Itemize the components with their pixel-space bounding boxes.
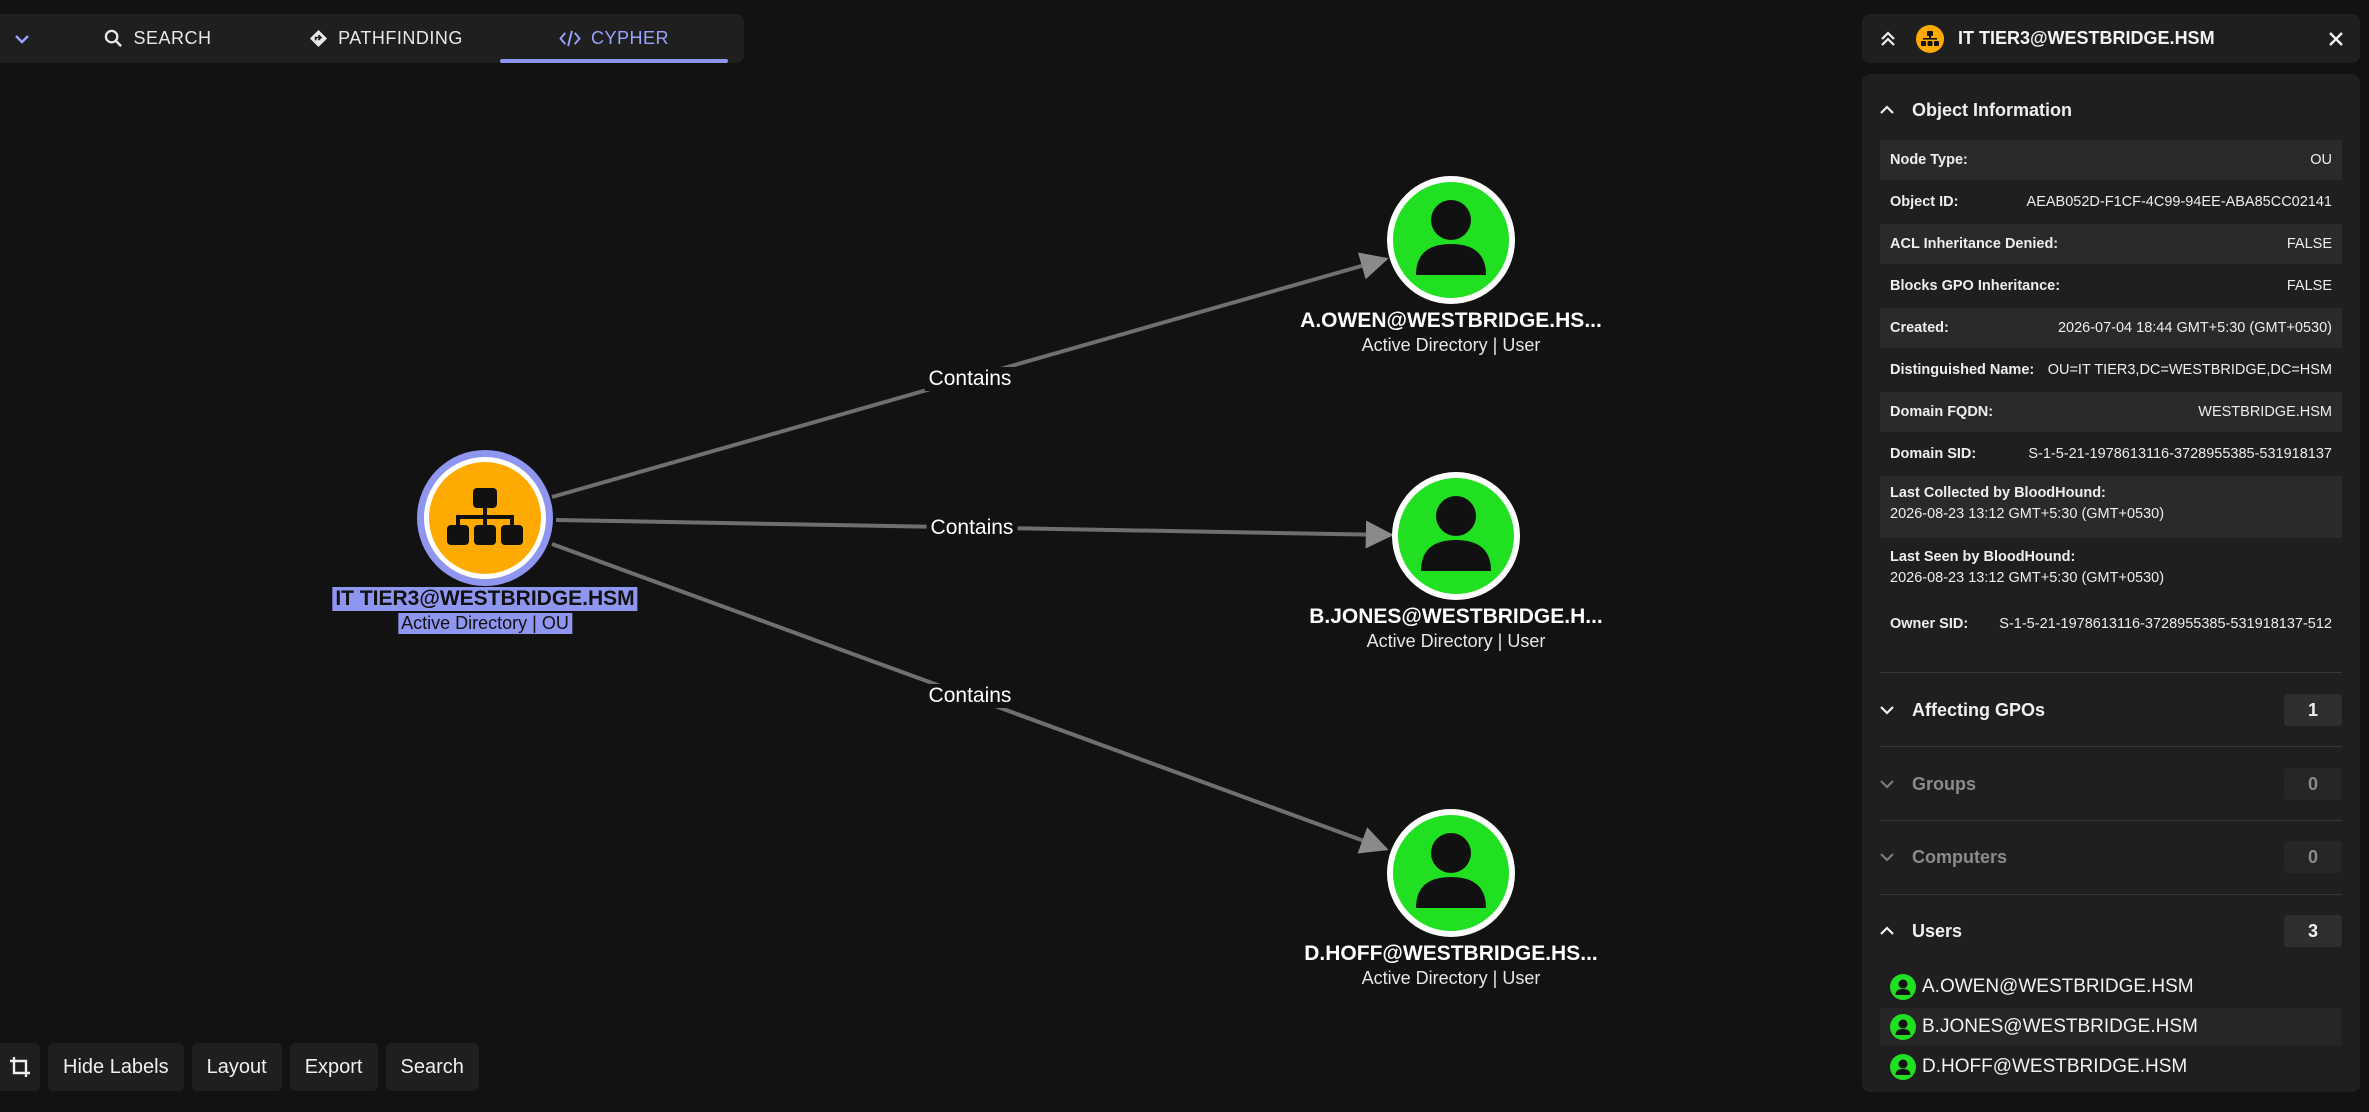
d-hoff-node-subtitle: Active Directory | User [1361, 968, 1541, 988]
prop-value: FALSE [2286, 236, 2332, 252]
groups-count: 0 [2284, 768, 2342, 800]
prop-value: OU=IT TIER3,DC=WESTBRIDGE,DC=HSM [2047, 362, 2332, 378]
user-node-a-owen[interactable] [1387, 176, 1515, 304]
user-list-item[interactable]: A.OWEN@WESTBRIDGE.HSM [1880, 968, 2342, 1006]
user-icon [1890, 974, 1916, 1000]
prop-object-id: Object ID: AEAB052D-F1CF-4C99-94EE-ABA85… [1880, 182, 2342, 222]
prop-key: Last Collected by BloodHound: [1890, 485, 2106, 501]
ou-node-subtitle: Active Directory | OU [398, 613, 572, 634]
prop-key: Distinguished Name: [1890, 362, 2035, 378]
b-jones-node-subtitle: Active Directory | User [1366, 631, 1546, 651]
crop-button[interactable] [0, 1043, 40, 1091]
affecting-gpos-count: 1 [2284, 694, 2342, 726]
prop-last-seen: Last Seen by BloodHound: 2026-08-23 13:1… [1880, 540, 2342, 602]
users-header[interactable]: Users 3 [1862, 911, 2360, 951]
user-list-item[interactable]: D.HOFF@WESTBRIDGE.HSM [1880, 1048, 2342, 1086]
b-jones-node-label[interactable]: B.JONES@WESTBRIDGE.H... Active Directory… [1306, 605, 1606, 652]
user-node-d-hoff[interactable] [1387, 809, 1515, 937]
prop-value: 2026-08-23 13:12 GMT+5:30 (GMT+0530) [1890, 506, 2165, 522]
prop-node-type: Node Type: OU [1880, 140, 2342, 180]
prop-value: FALSE [2286, 278, 2332, 294]
prop-acl-inheritance: ACL Inheritance Denied: FALSE [1880, 224, 2342, 264]
edge-label-b-jones: Contains [926, 516, 1018, 540]
graph-canvas[interactable] [0, 0, 1860, 1030]
edge-label-a-owen: Contains [924, 367, 1016, 391]
panel-title: IT TIER3@WESTBRIDGE.HSM [1958, 28, 2215, 48]
entity-panel-header: IT TIER3@WESTBRIDGE.HSM [1862, 14, 2360, 63]
prop-key: Domain SID: [1890, 446, 1977, 462]
ou-badge-icon [1916, 24, 1944, 53]
entity-panel: Object Information Node Type: OU Object … [1862, 74, 2360, 1092]
d-hoff-node-label[interactable]: D.HOFF@WESTBRIDGE.HS... Active Directory… [1301, 942, 1600, 989]
graph-search-button[interactable]: Search [385, 1043, 479, 1091]
prop-domain-sid: Domain SID: S-1-5-21-1978613116-37289553… [1880, 434, 2342, 474]
computers-label: Computers [1912, 846, 2008, 867]
user-node-b-jones[interactable] [1392, 472, 1520, 600]
user-icon [1890, 1054, 1916, 1080]
user-icon [1890, 1014, 1916, 1040]
prop-key: ACL Inheritance Denied: [1890, 236, 2059, 252]
prop-key: Domain FQDN: [1890, 404, 1994, 420]
object-information-title: Object Information [1912, 99, 2073, 120]
prop-value: WESTBRIDGE.HSM [2198, 404, 2332, 420]
d-hoff-node-name: D.HOFF@WESTBRIDGE.HS... [1304, 942, 1598, 965]
computers-count: 0 [2284, 841, 2342, 873]
hide-labels-button[interactable]: Hide Labels [48, 1043, 184, 1091]
prop-last-collected: Last Collected by BloodHound: 2026-08-23… [1880, 476, 2342, 538]
user-name: D.HOFF@WESTBRIDGE.HSM [1922, 1056, 2188, 1077]
divider [1880, 820, 2342, 821]
prop-key: Node Type: [1890, 152, 1968, 168]
ou-node-name: IT TIER3@WESTBRIDGE.HSM [332, 587, 638, 611]
user-name: A.OWEN@WESTBRIDGE.HSM [1922, 976, 2194, 997]
users-count: 3 [2284, 915, 2342, 947]
divider [1880, 746, 2342, 747]
chevron-down-icon [1880, 706, 1894, 715]
divider [1880, 894, 2342, 895]
double-chevron-up-icon[interactable] [1878, 29, 1898, 49]
prop-value: S-1-5-21-1978613116-3728955385-531918137 [2028, 446, 2332, 462]
chevron-up-icon [1880, 105, 1894, 114]
user-name: B.JONES@WESTBRIDGE.HSM [1922, 1016, 2198, 1037]
ou-node-label[interactable]: IT TIER3@WESTBRIDGE.HSM Active Directory… [332, 587, 638, 634]
prop-distinguished-name: Distinguished Name: OU=IT TIER3,DC=WESTB… [1880, 350, 2342, 390]
prop-value: OU [2310, 152, 2332, 168]
prop-blocks-gpo: Blocks GPO Inheritance: FALSE [1880, 266, 2342, 306]
object-information-header[interactable]: Object Information [1862, 90, 2360, 130]
prop-key: Created: [1890, 320, 1949, 336]
groups-header[interactable]: Groups 0 [1862, 764, 2360, 804]
affecting-gpos-label: Affecting GPOs [1912, 699, 2046, 720]
b-jones-node-name: B.JONES@WESTBRIDGE.H... [1309, 605, 1603, 628]
a-owen-node-subtitle: Active Directory | User [1361, 335, 1541, 355]
prop-key: Blocks GPO Inheritance: [1890, 278, 2061, 294]
computers-header[interactable]: Computers 0 [1862, 837, 2360, 877]
chevron-up-icon [1880, 926, 1894, 935]
layout-button[interactable]: Layout [191, 1043, 282, 1091]
prop-key: Last Seen by BloodHound: [1890, 549, 2076, 565]
users-label: Users [1912, 920, 1963, 941]
graph-toolbar: Hide Labels Layout Export Search [0, 1043, 479, 1091]
crop-icon [10, 1057, 30, 1077]
user-list-item[interactable]: B.JONES@WESTBRIDGE.HSM [1880, 1008, 2342, 1046]
divider [1880, 672, 2342, 673]
export-button[interactable]: Export [289, 1043, 378, 1091]
prop-key: Owner SID: [1890, 616, 1969, 632]
prop-created: Created: 2026-07-04 18:44 GMT+5:30 (GMT+… [1880, 308, 2342, 348]
a-owen-node-label[interactable]: A.OWEN@WESTBRIDGE.HS... Active Directory… [1297, 309, 1605, 356]
prop-value: S-1-5-21-1978613116-3728955385-531918137… [1999, 616, 2332, 632]
close-icon[interactable] [2328, 31, 2344, 47]
prop-owner-sid: Owner SID: S-1-5-21-1978613116-372895538… [1880, 604, 2342, 644]
groups-label: Groups [1912, 773, 1977, 794]
prop-domain-fqdn: Domain FQDN: WESTBRIDGE.HSM [1880, 392, 2342, 432]
chevron-down-icon [1880, 853, 1894, 862]
prop-value: 2026-08-23 13:12 GMT+5:30 (GMT+0530) [1890, 570, 2165, 586]
edge-label-d-hoff: Contains [924, 684, 1016, 708]
prop-value: 2026-07-04 18:44 GMT+5:30 (GMT+0530) [2057, 320, 2332, 336]
affecting-gpos-header[interactable]: Affecting GPOs 1 [1862, 690, 2360, 730]
chevron-down-icon [1880, 780, 1894, 789]
prop-key: Object ID: [1890, 194, 1959, 210]
a-owen-node-name: A.OWEN@WESTBRIDGE.HS... [1300, 309, 1602, 332]
ou-node[interactable] [417, 450, 553, 586]
prop-value: AEAB052D-F1CF-4C99-94EE-ABA85CC02141 [2026, 194, 2332, 210]
